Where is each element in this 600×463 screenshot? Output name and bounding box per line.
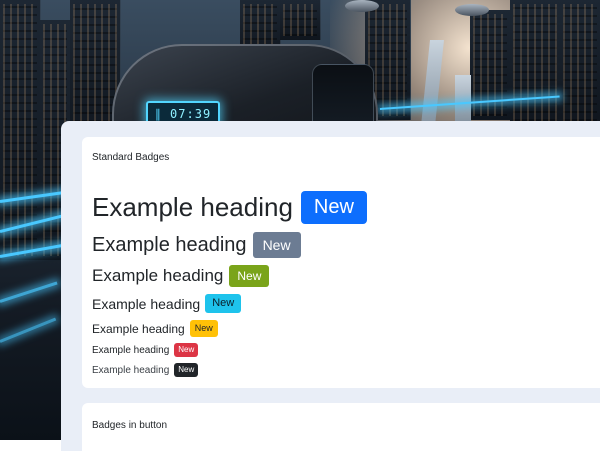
badge-row-5: Example heading New bbox=[92, 320, 218, 337]
example-heading-h4: Example heading bbox=[92, 295, 201, 312]
card-title: Standard Badges bbox=[92, 152, 170, 163]
building bbox=[470, 10, 511, 120]
badges-in-button-card: Badges in button bbox=[82, 403, 600, 463]
neon-light-strip bbox=[0, 281, 58, 303]
new-badge-info: New bbox=[205, 294, 242, 313]
neon-light-strip bbox=[0, 317, 57, 343]
example-heading-small: Example heading bbox=[92, 364, 170, 376]
badge-row-7: Example heading New bbox=[92, 363, 199, 377]
example-heading-h1: Example heading bbox=[92, 192, 293, 222]
drone bbox=[455, 4, 489, 16]
drone bbox=[345, 0, 379, 12]
badge-row-6: Example heading New bbox=[92, 343, 199, 357]
building bbox=[560, 0, 600, 125]
example-heading-h3: Example heading bbox=[92, 266, 224, 285]
badge-row-1: Example heading New bbox=[92, 191, 367, 224]
new-badge-primary: New bbox=[300, 191, 367, 224]
example-heading-h6: Example heading bbox=[92, 344, 170, 356]
example-heading-h5: Example heading bbox=[92, 321, 185, 336]
badge-row-2: Example heading New bbox=[92, 232, 301, 258]
example-heading-h2: Example heading bbox=[92, 233, 247, 256]
train-clock-text: 07:39 bbox=[170, 107, 212, 121]
new-badge-dark: New bbox=[174, 363, 199, 377]
building bbox=[280, 0, 321, 40]
building bbox=[510, 0, 561, 125]
badge-row-3: Example heading New bbox=[92, 265, 270, 287]
new-badge-danger: New bbox=[174, 343, 199, 357]
new-badge-secondary: New bbox=[252, 232, 301, 258]
new-badge-warning: New bbox=[189, 320, 218, 337]
new-badge-success: New bbox=[229, 265, 270, 287]
card-title: Badges in button bbox=[92, 420, 168, 431]
elevated-track bbox=[455, 75, 471, 125]
badge-row-4: Example heading New bbox=[92, 294, 242, 313]
